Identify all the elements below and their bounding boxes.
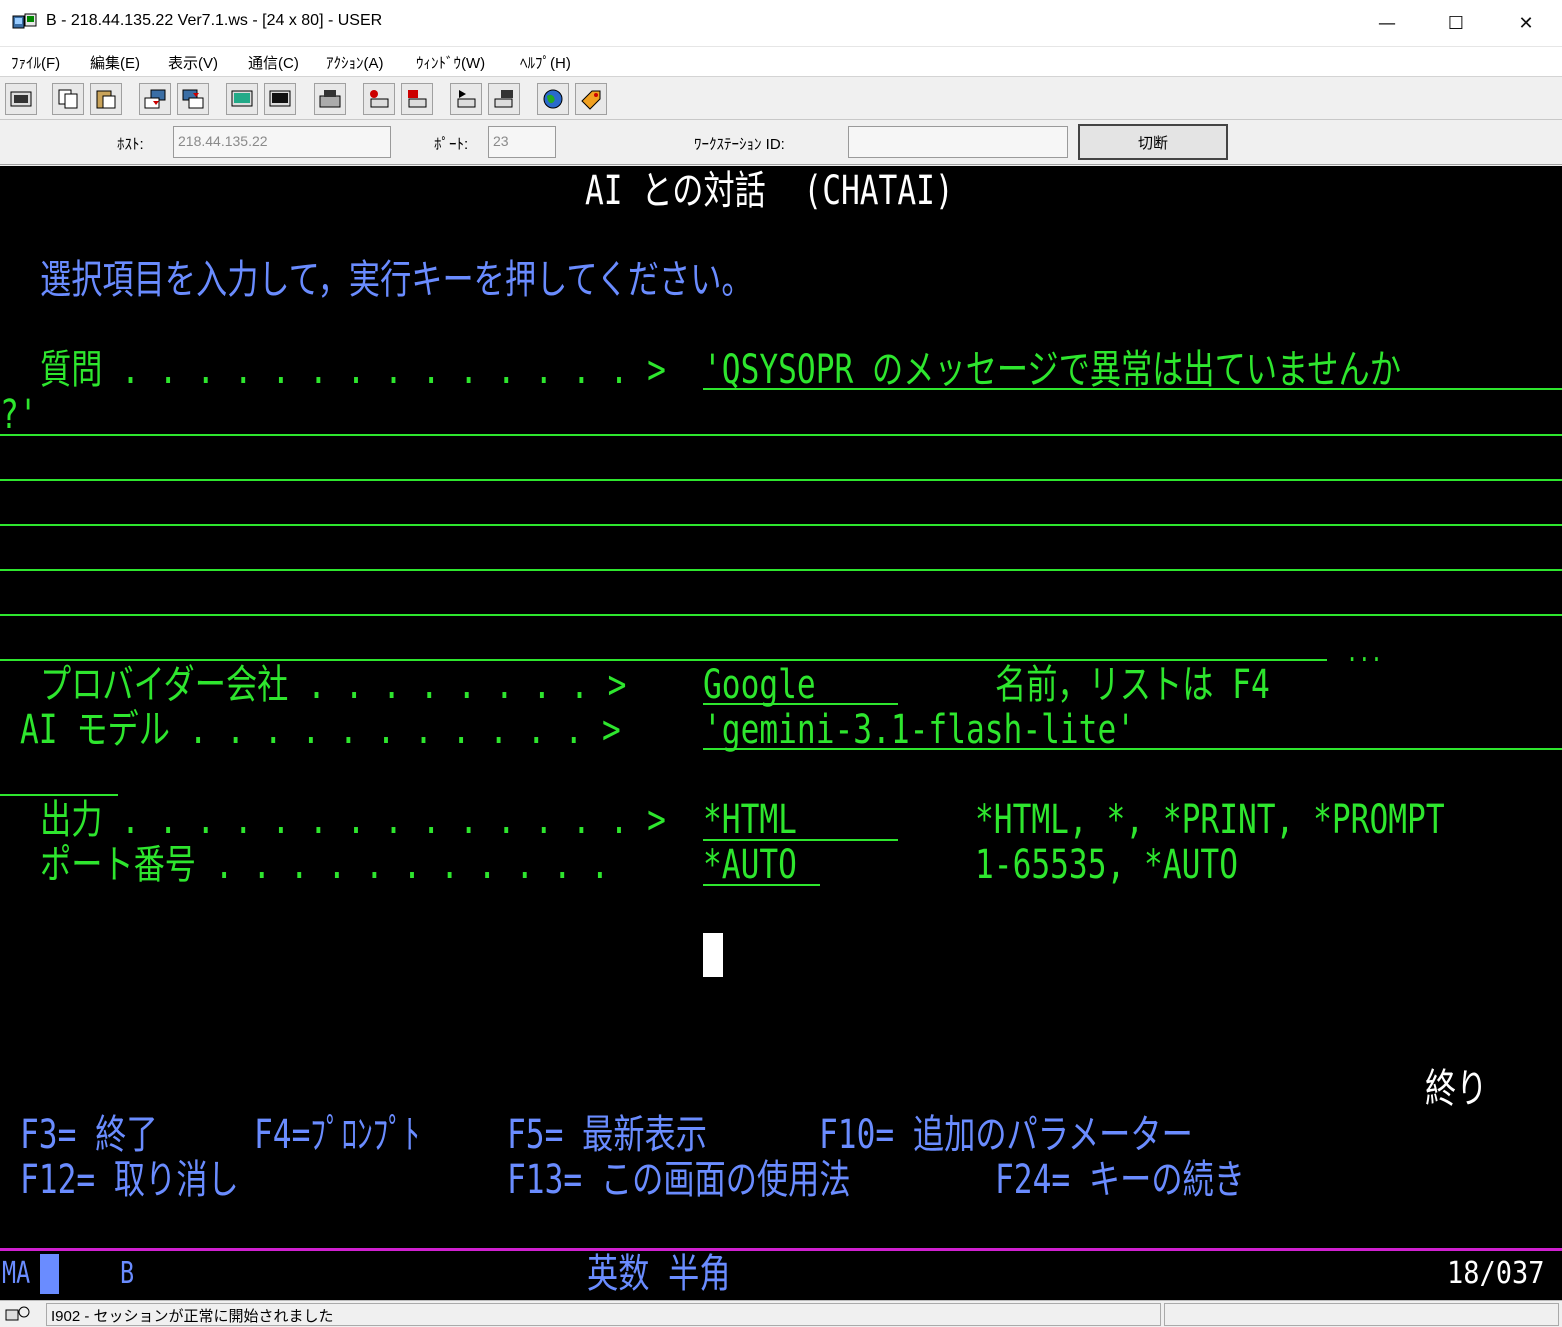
model-underline-1 [703, 748, 1562, 750]
workstation-id-input[interactable] [848, 126, 1068, 158]
cursor-position: 18/037 [1447, 1256, 1545, 1291]
menu-view[interactable]: 表示(V) [168, 52, 218, 73]
disconnect-button[interactable]: 切断 [1078, 124, 1228, 160]
print-screen-icon[interactable] [5, 83, 37, 115]
fkey-f4[interactable]: F4=ﾌﾟﾛﾝﾌﾟﾄ [254, 1112, 420, 1158]
terminal-screen[interactable]: AI との対話 (CHATAI) 選択項目を入力して，実行キーを押してください。… [0, 166, 1562, 1300]
close-button[interactable]: ✕ [1491, 0, 1561, 47]
tag-icon[interactable] [575, 83, 607, 115]
output-label: 出力 . . . . . . . . . . . . . . > [40, 797, 666, 843]
provider-hint: 名前，リストは F4 [995, 662, 1270, 708]
port-number-underline [703, 884, 820, 886]
fkey-f10[interactable]: F10= 追加のパラメーター [819, 1112, 1193, 1158]
host-input[interactable]: 218.44.135.22 [173, 126, 391, 158]
port-label: ﾎﾟｰﾄ: [434, 136, 469, 153]
toolbar [0, 78, 1562, 120]
macro-edit-icon[interactable] [488, 83, 520, 115]
fkey-f5[interactable]: F5= 最新表示 [507, 1112, 707, 1158]
fkey-f12[interactable]: F12= 取り消し [20, 1157, 239, 1203]
receive-icon[interactable] [177, 83, 209, 115]
status-cell [1164, 1303, 1559, 1326]
question-underline-7[interactable] [0, 659, 1327, 661]
macro-play-icon[interactable] [450, 83, 482, 115]
fkey-f24[interactable]: F24= キーの続き [995, 1157, 1245, 1203]
menu-window[interactable]: ｳｨﾝﾄﾞｳ(W) [416, 52, 485, 73]
question-underline-6[interactable] [0, 614, 1562, 616]
question-underline-5[interactable] [0, 569, 1562, 571]
menu-file[interactable]: ﾌｧｲﾙ(F) [11, 52, 60, 73]
text-cursor [703, 933, 723, 977]
macro-record-icon[interactable] [363, 83, 395, 115]
maximize-button[interactable]: ☐ [1421, 0, 1491, 47]
status-session: B [120, 1256, 135, 1291]
status-ma: MA [2, 1256, 31, 1291]
port-input[interactable]: 23 [488, 126, 556, 158]
fkey-f3[interactable]: F3= 終了 [20, 1112, 158, 1158]
menu-communication[interactable]: 通信(C) [248, 52, 299, 73]
end-indicator: 終り [1425, 1066, 1488, 1112]
instruction-text: 選択項目を入力して，実行キーを押してください。 [40, 257, 753, 303]
menu-edit[interactable]: 編集(E) [90, 52, 140, 73]
model-label: AI モデル . . . . . . . . . . . > [20, 707, 621, 753]
send-icon[interactable] [139, 83, 171, 115]
question-underline-1 [703, 388, 1562, 390]
more-indicator: ... [1346, 638, 1383, 668]
provider-underline [703, 703, 898, 705]
screen-title: AI との対話 (CHATAI) [585, 168, 954, 214]
globe-icon[interactable] [537, 83, 569, 115]
question-input-line-1[interactable]: 'QSYSOPR のメッセージで異常は出ていませんか [703, 347, 1401, 393]
port-number-input[interactable]: *AUTO [703, 842, 797, 888]
provider-label: プロバイダー会社 . . . . . . . . > [40, 662, 627, 708]
question-underline-3[interactable] [0, 479, 1562, 481]
copy-icon[interactable] [52, 83, 84, 115]
output-underline [703, 839, 898, 841]
output-hint: *HTML, *, *PRINT, *PROMPT [975, 797, 1445, 843]
macro-stop-icon[interactable] [401, 83, 433, 115]
session-status-icon [5, 1306, 30, 1321]
title-bar: B - 218.44.135.22 Ver7.1.ws - [24 x 80] … [0, 0, 1562, 47]
input-inhibited-indicator [40, 1254, 59, 1294]
status-message: I902 - セッションが正常に開始されました [46, 1303, 1161, 1326]
model-input[interactable]: 'gemini-3.1-flash-lite' [703, 707, 1135, 753]
host-label: ﾎｽﾄ: [117, 136, 144, 153]
status-bar: I902 - セッションが正常に開始されました [0, 1300, 1562, 1327]
menu-help[interactable]: ﾍﾙﾌﾟ(H) [520, 52, 571, 73]
app-icon [12, 13, 37, 29]
keyboard-icon[interactable] [314, 83, 346, 115]
workstation-id-label: ﾜｰｸｽﾃｰｼｮﾝ ID: [694, 136, 785, 153]
question-label: 質問 . . . . . . . . . . . . . . > [40, 347, 666, 393]
question-underline-4[interactable] [0, 524, 1562, 526]
fkey-f13[interactable]: F13= この画面の使用法 [507, 1157, 851, 1203]
port-number-label: ポート番号 . . . . . . . . . . . [40, 842, 610, 888]
question-underline-2[interactable] [0, 434, 1562, 436]
port-number-hint: 1-65535, *AUTO [975, 842, 1238, 888]
menu-action[interactable]: ｱｸｼｮﾝ(A) [326, 52, 384, 73]
display-alt-icon[interactable] [264, 83, 296, 115]
model-underline-2[interactable] [0, 794, 118, 796]
paste-icon[interactable] [90, 83, 122, 115]
window-title: B - 218.44.135.22 Ver7.1.ws - [24 x 80] … [46, 12, 383, 29]
provider-input[interactable]: Google [703, 662, 816, 708]
status-divider [0, 1248, 1562, 1251]
menu-bar: ﾌｧｲﾙ(F) 編集(E) 表示(V) 通信(C) ｱｸｼｮﾝ(A) ｳｨﾝﾄﾞ… [0, 47, 1562, 77]
display-icon[interactable] [226, 83, 258, 115]
question-input-line-2[interactable]: ?' [0, 392, 38, 438]
status-input-mode: 英数 半角 [587, 1251, 731, 1297]
minimize-button[interactable]: — [1352, 0, 1422, 47]
connection-bar: ﾎｽﾄ: 218.44.135.22 ﾎﾟｰﾄ: 23 ﾜｰｸｽﾃｰｼｮﾝ ID… [0, 121, 1562, 165]
output-input[interactable]: *HTML [703, 797, 797, 843]
